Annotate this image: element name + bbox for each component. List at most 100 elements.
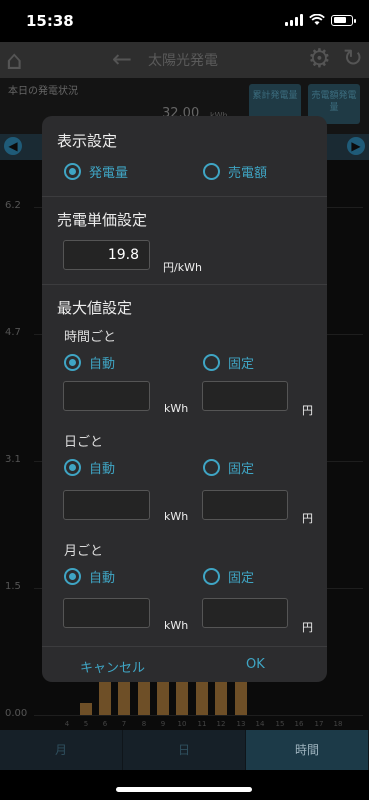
daily-yen-input[interactable]	[202, 490, 288, 520]
signal-icon	[285, 14, 303, 26]
x-tick-label: 8	[141, 720, 147, 728]
x-tick-label: 14	[255, 720, 265, 728]
chart-bar	[138, 680, 150, 715]
chart-bar	[196, 680, 208, 715]
chart-bar	[215, 680, 227, 715]
tab-day[interactable]: 日	[123, 730, 246, 770]
x-tick-label: 9	[160, 720, 166, 728]
tab-month[interactable]: 月	[0, 730, 123, 770]
y-tick-label: 6.2	[5, 200, 21, 211]
app-header: ⌂ ← 太陽光発電 ⚙ ↻	[0, 42, 369, 78]
daily-kwh-input[interactable]	[63, 490, 150, 520]
divider	[42, 646, 327, 647]
x-tick-label: 16	[294, 720, 304, 728]
daily-auto-label: 自動	[89, 462, 116, 477]
radio-generation-label: 発電量	[89, 166, 129, 181]
x-tick-label: 11	[197, 720, 207, 728]
divider	[42, 284, 327, 285]
radio-sales[interactable]: 売電額	[203, 162, 267, 181]
chart-bar	[157, 680, 169, 715]
price-unit: 円/kWh	[163, 261, 202, 274]
bottom-tabs: 月 日 時間	[0, 730, 369, 770]
x-tick-label: 13	[236, 720, 246, 728]
x-tick-label: 18	[333, 720, 343, 728]
back-arrow-icon[interactable]: ←	[112, 45, 132, 73]
chart-bar	[235, 680, 247, 715]
y-tick-label: 1.5	[5, 581, 21, 592]
y-tick-label: 0.00	[5, 708, 28, 719]
daily-label: 日ごと	[64, 435, 104, 450]
x-tick-label: 15	[275, 720, 285, 728]
chart-bar	[176, 680, 188, 715]
daily-fixed-label: 固定	[228, 462, 255, 477]
chart-bar	[118, 680, 130, 715]
wifi-icon	[309, 14, 325, 25]
gear-icon[interactable]: ⚙	[308, 44, 331, 74]
page-title: 太陽光発電	[148, 53, 218, 69]
settings-dialog: 表示設定 発電量 売電額 売電単価設定 19.8 円/kWh 最大値設定 時間ご…	[42, 116, 327, 682]
grid-line	[34, 715, 363, 716]
monthly-kwh-input[interactable]	[63, 598, 150, 628]
tab-hour[interactable]: 時間	[246, 730, 369, 770]
radio-selected-icon	[64, 459, 81, 476]
x-tick-label: 5	[83, 720, 89, 728]
radio-sales-label: 売電額	[228, 166, 268, 181]
home-icon[interactable]: ⌂	[6, 46, 23, 76]
refresh-icon[interactable]: ↻	[343, 44, 363, 72]
daily-auto-radio[interactable]: 自動	[64, 458, 115, 477]
monthly-auto-label: 自動	[89, 571, 116, 586]
next-arrow-icon[interactable]: ▶	[347, 137, 365, 155]
monthly-auto-radio[interactable]: 自動	[64, 567, 115, 586]
radio-unselected-icon	[203, 459, 220, 476]
monthly-yen-input[interactable]	[202, 598, 288, 628]
daily-kwh-unit: kWh	[164, 510, 189, 523]
status-bar: 15:38	[0, 0, 369, 42]
radio-generation[interactable]: 発電量	[64, 162, 128, 181]
y-tick-label: 4.7	[5, 327, 21, 338]
ok-button[interactable]: OK	[246, 657, 265, 672]
home-indicator	[116, 787, 252, 792]
hourly-auto-label: 自動	[89, 357, 116, 372]
radio-selected-icon	[64, 163, 81, 180]
y-tick-label: 3.1	[5, 454, 21, 465]
cancel-button[interactable]: キャンセル	[80, 657, 145, 676]
chart-bar	[99, 680, 111, 715]
radio-unselected-icon	[203, 163, 220, 180]
radio-selected-icon	[64, 568, 81, 585]
chart-bar	[80, 703, 92, 715]
x-tick-label: 17	[314, 720, 324, 728]
hourly-label: 時間ごと	[64, 330, 117, 345]
x-tick-label: 4	[64, 720, 70, 728]
max-setting-title: 最大値設定	[57, 299, 133, 317]
monthly-kwh-unit: kWh	[164, 619, 189, 632]
monthly-label: 月ごと	[64, 544, 104, 559]
daily-fixed-radio[interactable]: 固定	[203, 458, 254, 477]
battery-icon	[331, 14, 356, 26]
divider	[42, 196, 327, 197]
hourly-fixed-label: 固定	[228, 357, 255, 372]
x-tick-label: 7	[121, 720, 127, 728]
daily-yen-unit: 円	[302, 512, 313, 525]
x-tick-label: 12	[216, 720, 226, 728]
hourly-fixed-radio[interactable]: 固定	[203, 353, 254, 372]
radio-selected-icon	[64, 354, 81, 371]
radio-unselected-icon	[203, 568, 220, 585]
hourly-yen-input[interactable]	[202, 381, 288, 411]
summary-label: 本日の発電状況	[8, 86, 78, 97]
x-tick-label: 6	[102, 720, 108, 728]
x-tick-label: 10	[177, 720, 187, 728]
hourly-yen-unit: 円	[302, 404, 313, 417]
hourly-kwh-unit: kWh	[164, 402, 189, 415]
clock: 15:38	[26, 12, 74, 30]
prev-arrow-icon[interactable]: ◀	[4, 137, 22, 155]
price-setting-title: 売電単価設定	[57, 211, 148, 229]
status-icons	[285, 14, 356, 26]
monthly-fixed-label: 固定	[228, 571, 255, 586]
price-input[interactable]: 19.8	[63, 240, 150, 270]
monthly-yen-unit: 円	[302, 621, 313, 634]
radio-unselected-icon	[203, 354, 220, 371]
hourly-auto-radio[interactable]: 自動	[64, 353, 115, 372]
hourly-kwh-input[interactable]	[63, 381, 150, 411]
monthly-fixed-radio[interactable]: 固定	[203, 567, 254, 586]
display-setting-title: 表示設定	[57, 132, 118, 150]
